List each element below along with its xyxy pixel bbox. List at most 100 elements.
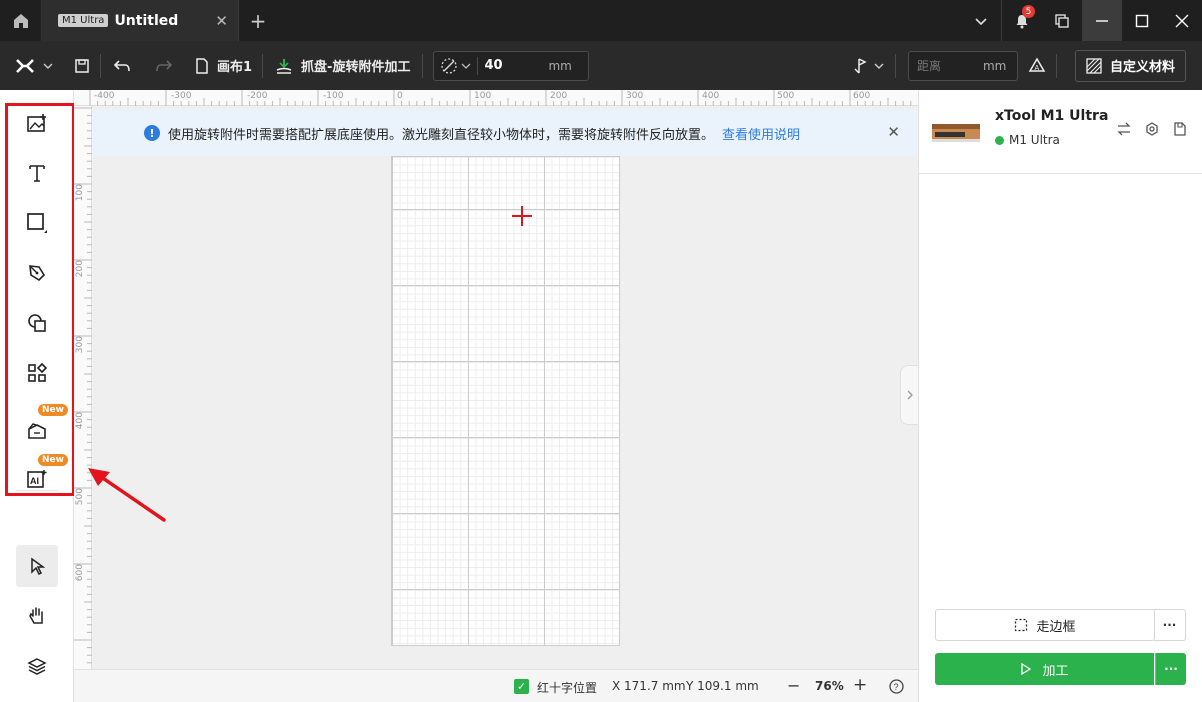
custom-material-label: 自定义材料	[1109, 60, 1175, 75]
maximize-button[interactable]	[1122, 0, 1162, 41]
home-icon	[13, 13, 28, 28]
tab-untitled[interactable]: M1 Ultra Untitled ✕	[42, 0, 239, 41]
tab-close-icon[interactable]: ✕	[215, 12, 228, 30]
help-link[interactable]: 查看使用说明	[722, 124, 800, 143]
diameter-icon	[441, 57, 458, 74]
ruler-label: 200	[550, 91, 568, 101]
ruler-left: 100 200 300 400 500 600	[74, 106, 92, 669]
focus-mode-button[interactable]	[841, 41, 895, 90]
file-icon[interactable]	[1173, 122, 1187, 136]
crosshair-checkbox[interactable]: ✓	[514, 679, 529, 694]
banner-close-icon[interactable]: ✕	[887, 123, 900, 141]
device-name: xTool M1 Ultra	[995, 108, 1109, 124]
process-more-button[interactable]: ···	[1155, 653, 1186, 685]
windows-icon	[1055, 13, 1069, 28]
minimize-icon	[1096, 19, 1108, 22]
device-model: M1 Ultra	[1009, 133, 1060, 147]
divider	[1055, 53, 1057, 78]
multi-window-button[interactable]	[1042, 0, 1082, 41]
diameter-field[interactable]: 40 mm	[433, 50, 590, 81]
measure-icon: A	[1028, 57, 1046, 72]
laser-machine-icon	[932, 124, 980, 142]
zoom-in-button[interactable]: +	[853, 675, 867, 695]
hand-icon	[29, 607, 43, 624]
material-icon	[1086, 57, 1102, 74]
ruler-label: -400	[94, 91, 115, 101]
ruler-label: 200	[75, 260, 85, 278]
frame-button[interactable]: 走边框	[935, 609, 1155, 641]
work-area-grid[interactable]	[391, 156, 620, 646]
xtool-logo-icon	[16, 58, 34, 73]
layers-button[interactable]	[16, 645, 58, 687]
probe-icon	[854, 57, 867, 74]
notification-badge: 5	[1022, 5, 1035, 18]
redo-icon	[156, 59, 173, 71]
ruler-label: 100	[474, 91, 492, 101]
undo-button[interactable]	[101, 41, 143, 90]
chevron-down-icon	[461, 63, 471, 69]
canvas-name: 画布1	[217, 60, 253, 75]
zoom-level[interactable]: 76%	[815, 679, 844, 693]
frame-icon	[1015, 618, 1028, 632]
distance-placeholder[interactable]: 距离	[909, 57, 983, 74]
ruler-label: 400	[75, 412, 85, 430]
tab-title: Untitled	[114, 12, 179, 29]
layers-icon	[27, 658, 47, 675]
save-button[interactable]	[64, 41, 100, 90]
ruler-label: 0	[397, 91, 403, 101]
tabs-dropdown-button[interactable]	[961, 0, 1001, 41]
highlight-box	[5, 103, 75, 496]
app-window: M1 Ultra Untitled ✕ + 5 画布1 抓盘-旋转附件加工 40…	[0, 0, 1202, 702]
auto-measure-button[interactable]: A	[1018, 41, 1056, 90]
ruler-label: 600	[853, 91, 871, 101]
maximize-icon	[1135, 14, 1149, 27]
custom-material-button[interactable]: 自定义材料	[1074, 49, 1186, 82]
main-toolbar: 画布1 抓盘-旋转附件加工 40 mm 距离 mm A 自定义材料	[0, 41, 1202, 90]
device-badge: M1 Ultra	[58, 14, 109, 27]
x-coordinate: X 171.7 mm	[612, 679, 686, 693]
hand-tool-button[interactable]	[16, 595, 58, 637]
processing-mode-label: 抓盘-旋转附件加工	[301, 60, 411, 75]
connected-status-dot	[995, 135, 1004, 145]
chevron-right-icon	[907, 390, 913, 400]
canvas-selector[interactable]: 画布1	[185, 41, 262, 90]
ruler-label: 600	[75, 564, 85, 582]
pointer-icon	[31, 557, 45, 575]
ruler-top: -400 -300 -200 -100 0 100 200 300 400 50…	[74, 90, 918, 106]
rotary-mode-icon	[276, 58, 292, 74]
notification-button[interactable]: 5	[1002, 0, 1042, 41]
panel-toggle-button[interactable]	[900, 365, 918, 425]
frame-more-button[interactable]: ···	[1154, 609, 1186, 641]
save-icon	[75, 58, 89, 73]
chevron-down-icon	[975, 17, 987, 25]
redo-button[interactable]	[143, 41, 185, 90]
new-tab-button[interactable]: +	[239, 0, 277, 41]
diameter-value[interactable]: 40	[478, 58, 548, 73]
crosshair-position-label: 红十字位置	[537, 681, 598, 695]
close-window-button[interactable]	[1162, 0, 1202, 41]
help-icon[interactable]: ?	[889, 679, 904, 694]
select-tool-button[interactable]	[16, 545, 58, 587]
ruler-label: 300	[626, 91, 644, 101]
status-bar: ✓ 红十字位置 X 171.7 mm Y 109.1 mm − 76% + ?	[74, 669, 918, 702]
divider	[894, 53, 896, 78]
document-icon	[196, 57, 208, 74]
app-menu-button[interactable]	[0, 41, 64, 90]
minimize-button[interactable]	[1082, 0, 1122, 41]
settings-icon[interactable]	[1145, 122, 1159, 136]
distance-field[interactable]: 距离 mm	[907, 50, 1018, 81]
svg-text:A: A	[1034, 65, 1039, 72]
device-card[interactable]: xTool M1 Ultra M1 Ultra	[919, 90, 1202, 174]
home-button[interactable]	[0, 0, 42, 41]
ruler-label: -200	[247, 91, 268, 101]
ruler-label: 400	[702, 91, 720, 101]
title-bar: M1 Ultra Untitled ✕ + 5	[0, 0, 1202, 41]
info-banner: ! 使用旋转附件时需要搭配扩展底座使用。激光雕刻直径较小物体时，需要将旋转附件反…	[92, 110, 918, 156]
right-panel: xTool M1 Ultra M1 Ultra 走边框 ··· 加工 ···	[918, 90, 1202, 702]
switch-device-icon[interactable]	[1117, 122, 1131, 136]
banner-message: 使用旋转附件时需要搭配扩展底座使用。激光雕刻直径较小物体时，需要将旋转附件反向放…	[168, 127, 715, 143]
zoom-out-button[interactable]: −	[787, 676, 800, 695]
process-button[interactable]: 加工	[935, 653, 1154, 685]
processing-mode-selector[interactable]: 抓盘-旋转附件加工	[263, 41, 422, 90]
frame-label: 走边框	[1036, 619, 1076, 635]
